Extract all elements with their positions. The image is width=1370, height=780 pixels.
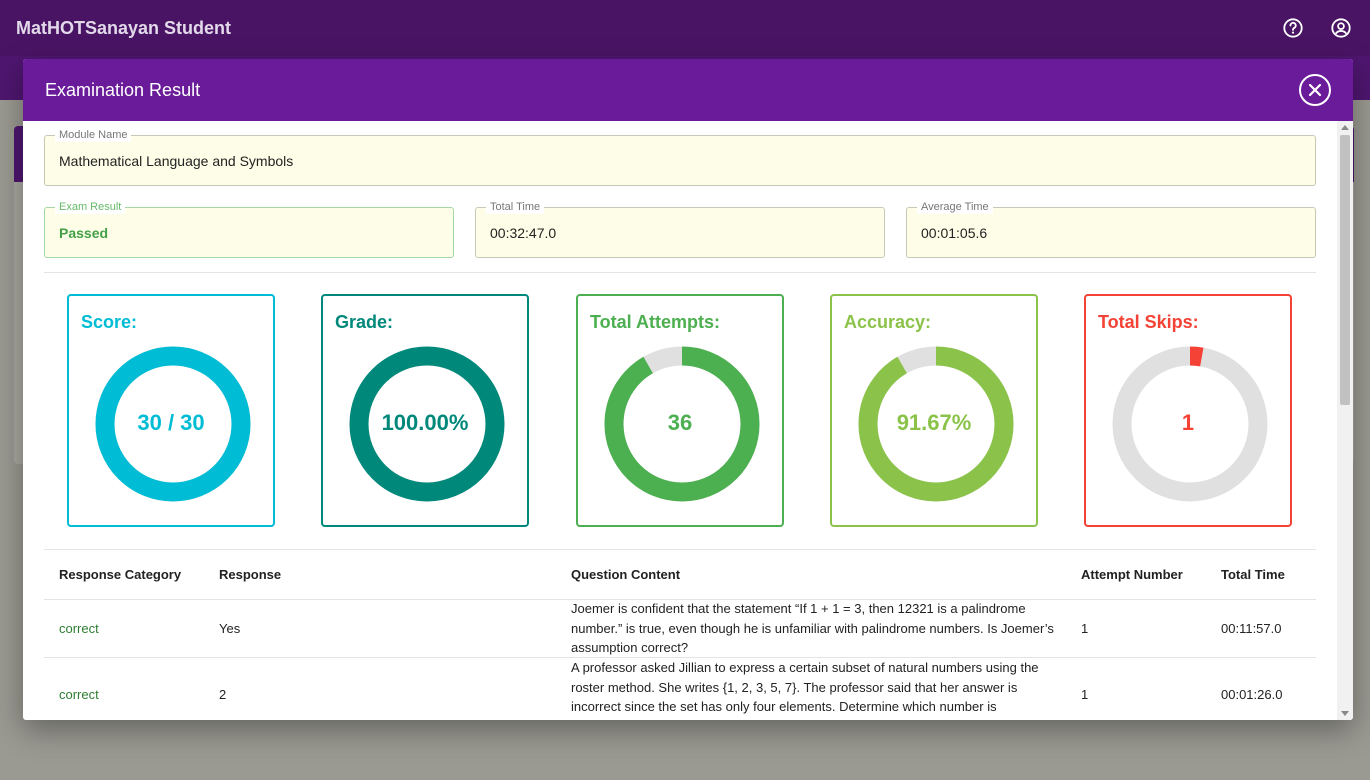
header-question-content: Question Content	[571, 566, 681, 582]
response-category-cell: correct	[59, 687, 99, 702]
total-time-cell: 00:11:57.0	[1221, 621, 1282, 636]
response-category-cell: correct	[59, 621, 99, 636]
header-response-category: Response Category	[59, 566, 182, 582]
responses-table: Response Category Response Question Cont…	[44, 549, 1316, 720]
accuracy-card: Accuracy: 91.67%	[830, 294, 1038, 527]
module-name-field: Module Name Mathematical Language and Sy…	[44, 129, 1316, 186]
scroll-down-icon[interactable]	[1341, 711, 1349, 716]
total-skips-value: 1	[1181, 410, 1195, 435]
total-time-label: Total Time	[486, 201, 545, 214]
total-attempts-label: Total Attempts:	[590, 312, 720, 332]
dialog-header: Examination Result	[23, 59, 1353, 121]
total-skips-label: Total Skips:	[1098, 312, 1199, 332]
dialog-scrollbar[interactable]	[1337, 121, 1353, 720]
close-button[interactable]	[1299, 74, 1331, 106]
score-label: Score:	[81, 312, 138, 332]
response-cell: Yes	[219, 621, 241, 636]
total-time-value: 00:32:47.0	[490, 225, 557, 241]
dialog-title: Examination Result	[45, 79, 201, 100]
total-attempts-card: Total Attempts: 36	[576, 294, 784, 527]
total-attempts-value: 36	[667, 410, 693, 435]
help-icon[interactable]	[1280, 15, 1306, 41]
total-time-cell: 00:01:26.0	[1221, 687, 1283, 702]
total-skips-card: Total Skips: 1	[1084, 294, 1292, 527]
accuracy-value: 91.67%	[896, 410, 972, 435]
table-row[interactable]: correct Yes Joemer is confident that the…	[44, 600, 1316, 658]
average-time-label: Average Time	[917, 201, 993, 214]
response-cell: 2	[219, 687, 227, 702]
scroll-thumb[interactable]	[1340, 135, 1350, 405]
attempt-number-cell: 1	[1081, 687, 1089, 702]
scroll-up-icon[interactable]	[1341, 125, 1349, 130]
score-card: Score: 30 / 30	[67, 294, 275, 527]
dialog-body: Module Name Mathematical Language and Sy…	[23, 121, 1337, 720]
grade-card: Grade: 100.00%	[321, 294, 529, 527]
exam-result-value: Passed	[59, 225, 109, 241]
header-total-time: Total Time	[1221, 566, 1285, 582]
module-name-label: Module Name	[55, 129, 132, 142]
account-icon[interactable]	[1328, 15, 1354, 41]
header-attempt-number: Attempt Number	[1081, 566, 1183, 582]
exam-result-field: Exam Result Passed	[44, 201, 454, 258]
table-row[interactable]: correct 2 A professor asked Jillian to e…	[44, 658, 1316, 720]
divider	[44, 272, 1316, 273]
attempt-number-cell: 1	[1081, 621, 1089, 636]
average-time-field: Average Time 00:01:05.6	[906, 201, 1316, 258]
header-response: Response	[219, 567, 282, 582]
module-name-value: Mathematical Language and Symbols	[59, 153, 294, 169]
examination-result-dialog: Examination Result Module Name Mathemati…	[23, 59, 1353, 720]
grade-value: 100.00%	[381, 410, 469, 435]
accuracy-label: Accuracy:	[844, 312, 932, 332]
score-value: 30 / 30	[137, 410, 205, 435]
question-content-cell: Joemer is confident that the statement “…	[571, 601, 1054, 656]
question-content-cell: A professor asked Jillian to express a c…	[571, 660, 1039, 714]
grade-label: Grade:	[335, 312, 394, 332]
app-title: MatHOTSanayan Student	[16, 17, 232, 38]
average-time-value: 00:01:05.6	[921, 225, 988, 241]
close-icon	[1308, 83, 1322, 97]
app-bar: MatHOTSanayan Student	[0, 0, 1370, 56]
total-time-field: Total Time 00:32:47.0	[475, 201, 885, 258]
table-header-row: Response Category Response Question Cont…	[44, 549, 1316, 600]
exam-result-label: Exam Result	[55, 201, 126, 214]
